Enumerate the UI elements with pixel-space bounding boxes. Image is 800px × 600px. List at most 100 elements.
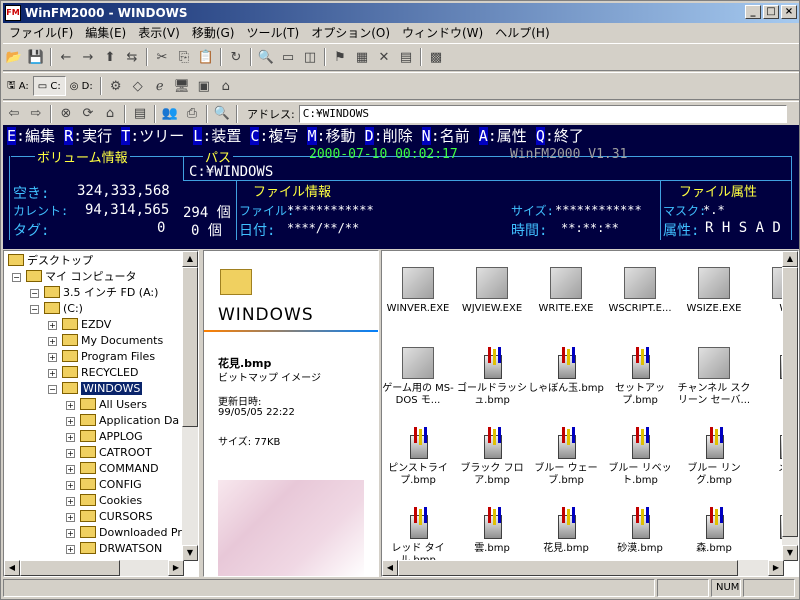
file-list[interactable]: WINVER.EXE WJVIEW.EXE WRITE.EXE WSCRIPT.E..… <box>381 250 799 577</box>
tree-item[interactable]: − 3.5 インチ FD (A:) <box>30 285 158 301</box>
tree-scroll-thumb[interactable] <box>182 267 198 427</box>
home-icon[interactable]: ⌂ <box>99 104 121 124</box>
print-icon[interactable]: ⎙ <box>181 104 203 124</box>
file-item[interactable]: ピンストライプ.bmp <box>382 427 456 487</box>
expand-toggle-icon[interactable]: + <box>66 417 75 426</box>
drive-c-button[interactable]: ▭ C: <box>32 76 66 96</box>
expand-toggle-icon[interactable]: + <box>66 401 75 410</box>
cmd-tree[interactable]: T:ツリー <box>121 127 184 145</box>
map-drive-icon[interactable]: ⇆ <box>121 47 143 67</box>
tree-item[interactable]: + My Documents <box>48 333 163 349</box>
expand-toggle-icon[interactable]: + <box>66 449 75 458</box>
cmd-quit[interactable]: Q:終了 <box>535 127 584 145</box>
find-icon[interactable]: 🔍 <box>211 104 233 124</box>
file-item[interactable]: ゲーム用の MS-DOS モ... <box>382 347 456 407</box>
maximize-button[interactable]: □ <box>763 5 779 19</box>
file-item[interactable]: WSCRIPT.E... <box>602 267 678 315</box>
menu-help[interactable]: ヘルプ(H) <box>489 24 555 41</box>
expand-toggle-icon[interactable]: + <box>48 369 57 378</box>
copy-icon[interactable]: ⎘ <box>173 47 195 67</box>
flag-icon[interactable]: ⚑ <box>329 47 351 67</box>
delete-icon[interactable]: ✕ <box>373 47 395 67</box>
file-item[interactable]: チャンネル スクリーン セーバ... <box>676 347 752 407</box>
save-icon[interactable]: 💾 <box>25 47 47 67</box>
cmd-edit[interactable]: E:編集 <box>7 127 55 145</box>
eraser-icon[interactable]: ◇ <box>127 76 149 96</box>
image-viewer-icon[interactable]: ▣ <box>193 76 215 96</box>
expand-toggle-icon[interactable]: + <box>66 481 75 490</box>
users-icon[interactable]: 👥 <box>159 104 181 124</box>
stop-icon[interactable]: ⊗ <box>55 104 77 124</box>
home-folder-icon[interactable]: ⌂ <box>215 76 237 96</box>
view-split-icon[interactable]: ◫ <box>299 47 321 67</box>
tree-item[interactable]: + APPLOG <box>66 429 143 445</box>
scroll-down-arrow-icon[interactable]: ▼ <box>182 545 198 561</box>
expand-toggle-icon[interactable]: − <box>12 273 21 282</box>
files-hscroll-thumb[interactable] <box>398 560 738 576</box>
file-item[interactable]: WRITE.EXE <box>528 267 604 315</box>
tree-item[interactable]: + Application Da <box>66 413 179 429</box>
paste-icon[interactable]: 📋 <box>195 47 217 67</box>
tree-item[interactable]: + CONFIG <box>66 477 142 493</box>
cmd-rename[interactable]: N:名前 <box>421 127 470 145</box>
expand-toggle-icon[interactable]: − <box>30 289 39 298</box>
file-item[interactable]: WJVIEW.EXE <box>454 267 530 315</box>
expand-toggle-icon[interactable]: + <box>66 465 75 474</box>
cmd-copy[interactable]: C:複写 <box>250 127 298 145</box>
forward-icon[interactable]: → <box>77 47 99 67</box>
expand-toggle-icon[interactable]: + <box>66 529 75 538</box>
file-item[interactable]: ゴールドラッシュ.bmp <box>454 347 530 407</box>
refresh-icon[interactable]: ↻ <box>225 47 247 67</box>
tree-item[interactable]: + Cookies <box>66 493 142 509</box>
file-item[interactable]: WSIZE.EXE <box>676 267 752 315</box>
tree-horizontal-scrollbar[interactable]: ◀ ▶ <box>4 560 184 576</box>
tree-item[interactable]: + RECYCLED <box>48 365 138 381</box>
file-item[interactable]: 花見.bmp <box>528 507 604 555</box>
scroll-right-arrow-icon[interactable]: ▶ <box>168 560 184 576</box>
back-icon[interactable]: ← <box>55 47 77 67</box>
nav-forward-icon[interactable]: ⇨ <box>25 104 47 124</box>
files-vertical-scrollbar[interactable]: ▲ ▼ <box>782 251 798 561</box>
files-scroll-right-arrow-icon[interactable]: ▶ <box>768 560 784 576</box>
cmd-delete[interactable]: D:削除 <box>364 127 413 145</box>
close-button[interactable]: × <box>781 5 797 19</box>
reload-icon[interactable]: ⟳ <box>77 104 99 124</box>
tree-item[interactable]: + CATROOT <box>66 445 152 461</box>
tree-hscroll-thumb[interactable] <box>20 560 120 576</box>
file-item[interactable]: 砂漠.bmp <box>602 507 678 555</box>
tree-item[interactable]: − WINDOWS <box>48 381 143 397</box>
tree-item[interactable]: + Downloaded Pr <box>66 525 182 541</box>
tree-item[interactable]: + DRWATSON <box>66 541 162 557</box>
tree-item[interactable]: − マイ コンピュータ <box>12 269 137 285</box>
expand-toggle-icon[interactable]: − <box>30 305 39 314</box>
internet-explorer-icon[interactable]: ℯ <box>149 76 171 96</box>
nav-back-icon[interactable]: ⇦ <box>3 104 25 124</box>
cmd-attribute[interactable]: A:属性 <box>478 127 527 145</box>
tiles-icon[interactable]: ▩ <box>425 47 447 67</box>
view-single-icon[interactable]: ▭ <box>277 47 299 67</box>
tree-item[interactable]: + CURSORS <box>66 509 153 525</box>
up-folder-icon[interactable]: ⬆ <box>99 47 121 67</box>
expand-toggle-icon[interactable]: + <box>48 321 57 330</box>
search-icon[interactable]: 🔍 <box>255 47 277 67</box>
drive-a-button[interactable]: 🖫 A: <box>3 76 33 96</box>
computer-icon[interactable]: 🖥 <box>171 76 193 96</box>
files-scroll-left-arrow-icon[interactable]: ◀ <box>382 560 398 576</box>
file-item[interactable]: しゃぼん玉.bmp <box>528 347 604 395</box>
file-item[interactable]: セットアップ.bmp <box>602 347 678 407</box>
title-bar[interactable]: FM WinFM2000 - WINDOWS _ □ × <box>3 3 799 23</box>
file-item[interactable]: WINVER.EXE <box>382 267 456 315</box>
tree-item[interactable]: デスクトップ <box>8 253 93 269</box>
file-item[interactable]: ブルー リベット.bmp <box>602 427 678 487</box>
minimize-button[interactable]: _ <box>745 5 761 19</box>
expand-toggle-icon[interactable]: + <box>66 433 75 442</box>
menu-edit[interactable]: 編集(E) <box>79 24 132 41</box>
drive-d-button[interactable]: ◎ D: <box>66 76 97 96</box>
expand-toggle-icon[interactable]: + <box>66 497 75 506</box>
properties-icon[interactable]: ▤ <box>395 47 417 67</box>
tree-item[interactable]: + Program Files <box>48 349 155 365</box>
cmd-move[interactable]: M:移動 <box>307 127 356 145</box>
file-item[interactable]: 雲.bmp <box>454 507 530 555</box>
files-horizontal-scrollbar[interactable]: ◀ ▶ <box>382 560 784 576</box>
tree-item[interactable]: + EZDV <box>48 317 111 333</box>
